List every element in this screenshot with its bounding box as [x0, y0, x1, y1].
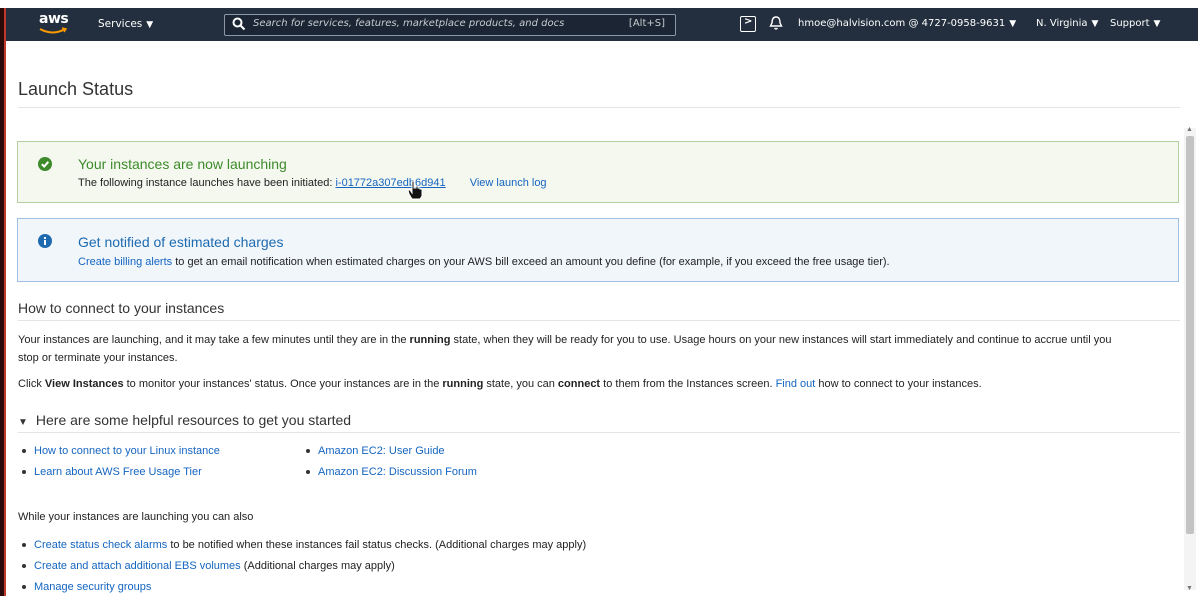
list-item: Manage security groups: [22, 581, 586, 602]
aws-smile-icon: [39, 27, 68, 34]
ec2-user-guide-link[interactable]: Amazon EC2: User Guide: [318, 445, 445, 457]
view-launch-log-link[interactable]: View launch log: [470, 177, 547, 189]
check-circle-icon: [38, 157, 52, 171]
list-item: Amazon EC2: Discussion Forum: [306, 466, 477, 487]
list-item: How to connect to your Linux instance: [22, 445, 220, 466]
resources-divider: [18, 432, 1180, 433]
list-item: Amazon EC2: User Guide: [306, 445, 477, 466]
window-left-border: [0, 8, 6, 596]
billing-heading: Get notified of estimated charges: [78, 234, 284, 250]
list-item: Create status check alarms to be notifie…: [22, 539, 586, 560]
aws-logo[interactable]: aws: [36, 11, 72, 36]
find-out-link[interactable]: Find out: [776, 378, 816, 390]
cloudshell-icon[interactable]: >: [740, 16, 756, 32]
also-list: Create status check alarms to be notifie…: [22, 539, 586, 602]
account-menu[interactable]: hmoe@halvision.com @ 4727-0958-9631 ▼: [798, 18, 1016, 29]
search-placeholder: Search for services, features, marketpla…: [253, 18, 565, 29]
linux-connect-link[interactable]: How to connect to your Linux instance: [34, 445, 220, 457]
page-title: Launch Status: [18, 79, 134, 99]
resources-right-list: Amazon EC2: User Guide Amazon EC2: Discu…: [306, 445, 477, 487]
search-box[interactable]: Search for services, features, marketpla…: [224, 14, 676, 36]
caret-down-icon: ▼: [18, 417, 28, 428]
top-edge: [0, 0, 1198, 8]
launch-success-alert: Your instances are now launching The fol…: [17, 141, 1179, 203]
ec2-forum-link[interactable]: Amazon EC2: Discussion Forum: [318, 466, 477, 478]
ebs-volumes-link[interactable]: Create and attach additional EBS volumes: [34, 560, 241, 572]
success-heading: Your instances are now launching: [78, 156, 287, 172]
connect-paragraph-2: Click View Instances to monitor your ins…: [18, 378, 982, 390]
billing-alert: Get notified of estimated charges Create…: [17, 218, 1179, 282]
connect-heading: How to connect to your instances: [18, 300, 225, 316]
support-menu[interactable]: Support ▼: [1110, 18, 1160, 29]
also-heading: While your instances are launching you c…: [18, 511, 254, 523]
list-item: Learn about AWS Free Usage Tier: [22, 466, 220, 487]
scroll-down-icon[interactable]: ▼: [1186, 585, 1193, 592]
search-shortcut: [Alt+S]: [628, 18, 665, 29]
search-icon: [232, 17, 246, 31]
success-body: The following instance launches have bee…: [78, 177, 547, 189]
scrollbar-thumb[interactable]: [1186, 136, 1194, 534]
services-menu[interactable]: Services ▼: [98, 18, 153, 30]
scroll-up-icon[interactable]: ▲: [1186, 126, 1193, 133]
connect-divider: [18, 320, 1180, 321]
caret-down-icon: ▼: [146, 20, 154, 30]
billing-body: Create billing alerts to get an email no…: [78, 256, 890, 268]
status-check-alarms-link[interactable]: Create status check alarms: [34, 539, 167, 551]
hand-cursor-icon: [407, 180, 423, 200]
vertical-scrollbar[interactable]: ▲ ▼: [1184, 126, 1196, 592]
bell-icon[interactable]: [769, 15, 783, 31]
title-divider: [18, 107, 1180, 108]
caret-down-icon: ▼: [1091, 19, 1099, 29]
resources-left-list: How to connect to your Linux instance Le…: [22, 445, 220, 487]
caret-down-icon: ▼: [1153, 19, 1161, 29]
list-item: Create and attach additional EBS volumes…: [22, 560, 586, 581]
caret-down-icon: ▼: [1009, 19, 1017, 29]
free-tier-link[interactable]: Learn about AWS Free Usage Tier: [34, 466, 202, 478]
resources-toggle[interactable]: ▼ Here are some helpful resources to get …: [18, 412, 351, 428]
region-menu[interactable]: N. Virginia ▼: [1036, 18, 1098, 29]
create-billing-alerts-link[interactable]: Create billing alerts: [78, 256, 172, 268]
top-navigation-bar: aws Services ▼ Search for services, featu…: [6, 8, 1198, 41]
connect-paragraph-1: Your instances are launching, and it may…: [18, 334, 1112, 364]
instance-id-link[interactable]: i-01772a307edb6d941: [335, 177, 445, 189]
info-circle-icon: [38, 234, 52, 248]
security-groups-link[interactable]: Manage security groups: [34, 581, 151, 593]
